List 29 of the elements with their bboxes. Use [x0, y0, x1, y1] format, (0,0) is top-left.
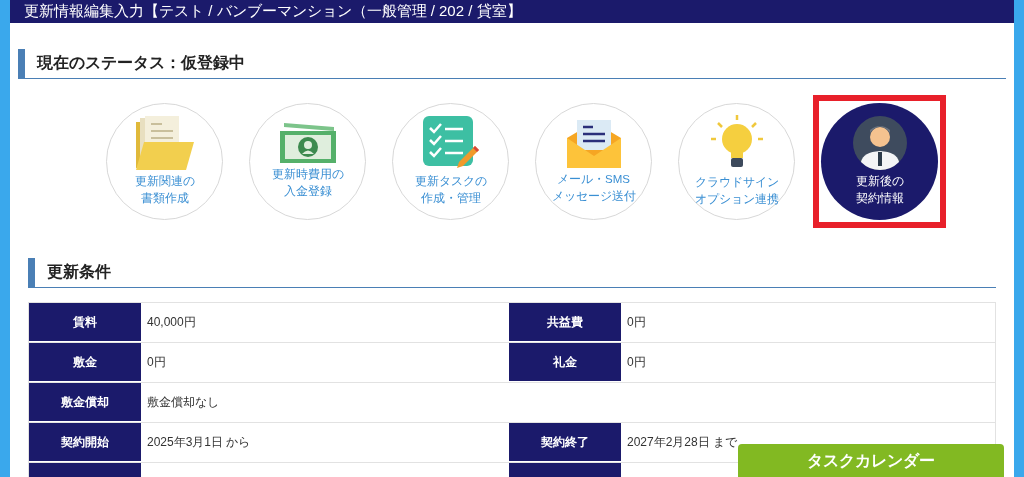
field-label: 契約開始: [29, 422, 141, 462]
task-calendar-button[interactable]: タスクカレンダー: [738, 444, 1004, 477]
action-button[interactable]: クラウドサイン オプション連携: [678, 102, 795, 220]
field-value: 0円: [627, 314, 646, 331]
folder-icon: [135, 115, 194, 170]
envelope-icon: [566, 117, 621, 168]
action-button[interactable]: メール・SMS メッセージ送付: [535, 102, 652, 220]
field-value: 2025年3月1日 から: [147, 434, 251, 451]
field-value: 敷金償却なし: [147, 394, 219, 411]
action-button[interactable]: 更新後の 契約情報: [821, 102, 938, 220]
field-label: 賃料: [29, 302, 141, 342]
field-label: 礼金: [509, 342, 621, 382]
action-button[interactable]: 更新時費用の 入金登録: [249, 102, 366, 220]
field-label: 敷金償却: [29, 382, 141, 422]
field-value: 2027年2月28日 まで: [627, 434, 738, 451]
action-button[interactable]: 更新タスクの 作成・管理: [392, 102, 509, 220]
field-label: 共益費: [509, 302, 621, 342]
field-value: 0円: [147, 354, 166, 371]
section-heading: 更新条件: [28, 257, 996, 288]
field-value: 0円: [627, 354, 646, 371]
person-icon: [852, 115, 907, 170]
banknote-icon: [279, 122, 336, 163]
field-value: 40,000円: [147, 314, 196, 331]
checklist-icon: [422, 115, 479, 170]
action-button[interactable]: 更新関連の 書類作成: [106, 102, 223, 220]
section-heading: 現在のステータス：仮登録中: [18, 48, 1006, 79]
field-label: 敷金: [29, 342, 141, 382]
title-bar: 更新情報編集入力【テスト / バンブーマンション（一般管理 / 202 / 貸室】: [10, 0, 1014, 23]
field-label: 契約終了: [509, 422, 621, 462]
